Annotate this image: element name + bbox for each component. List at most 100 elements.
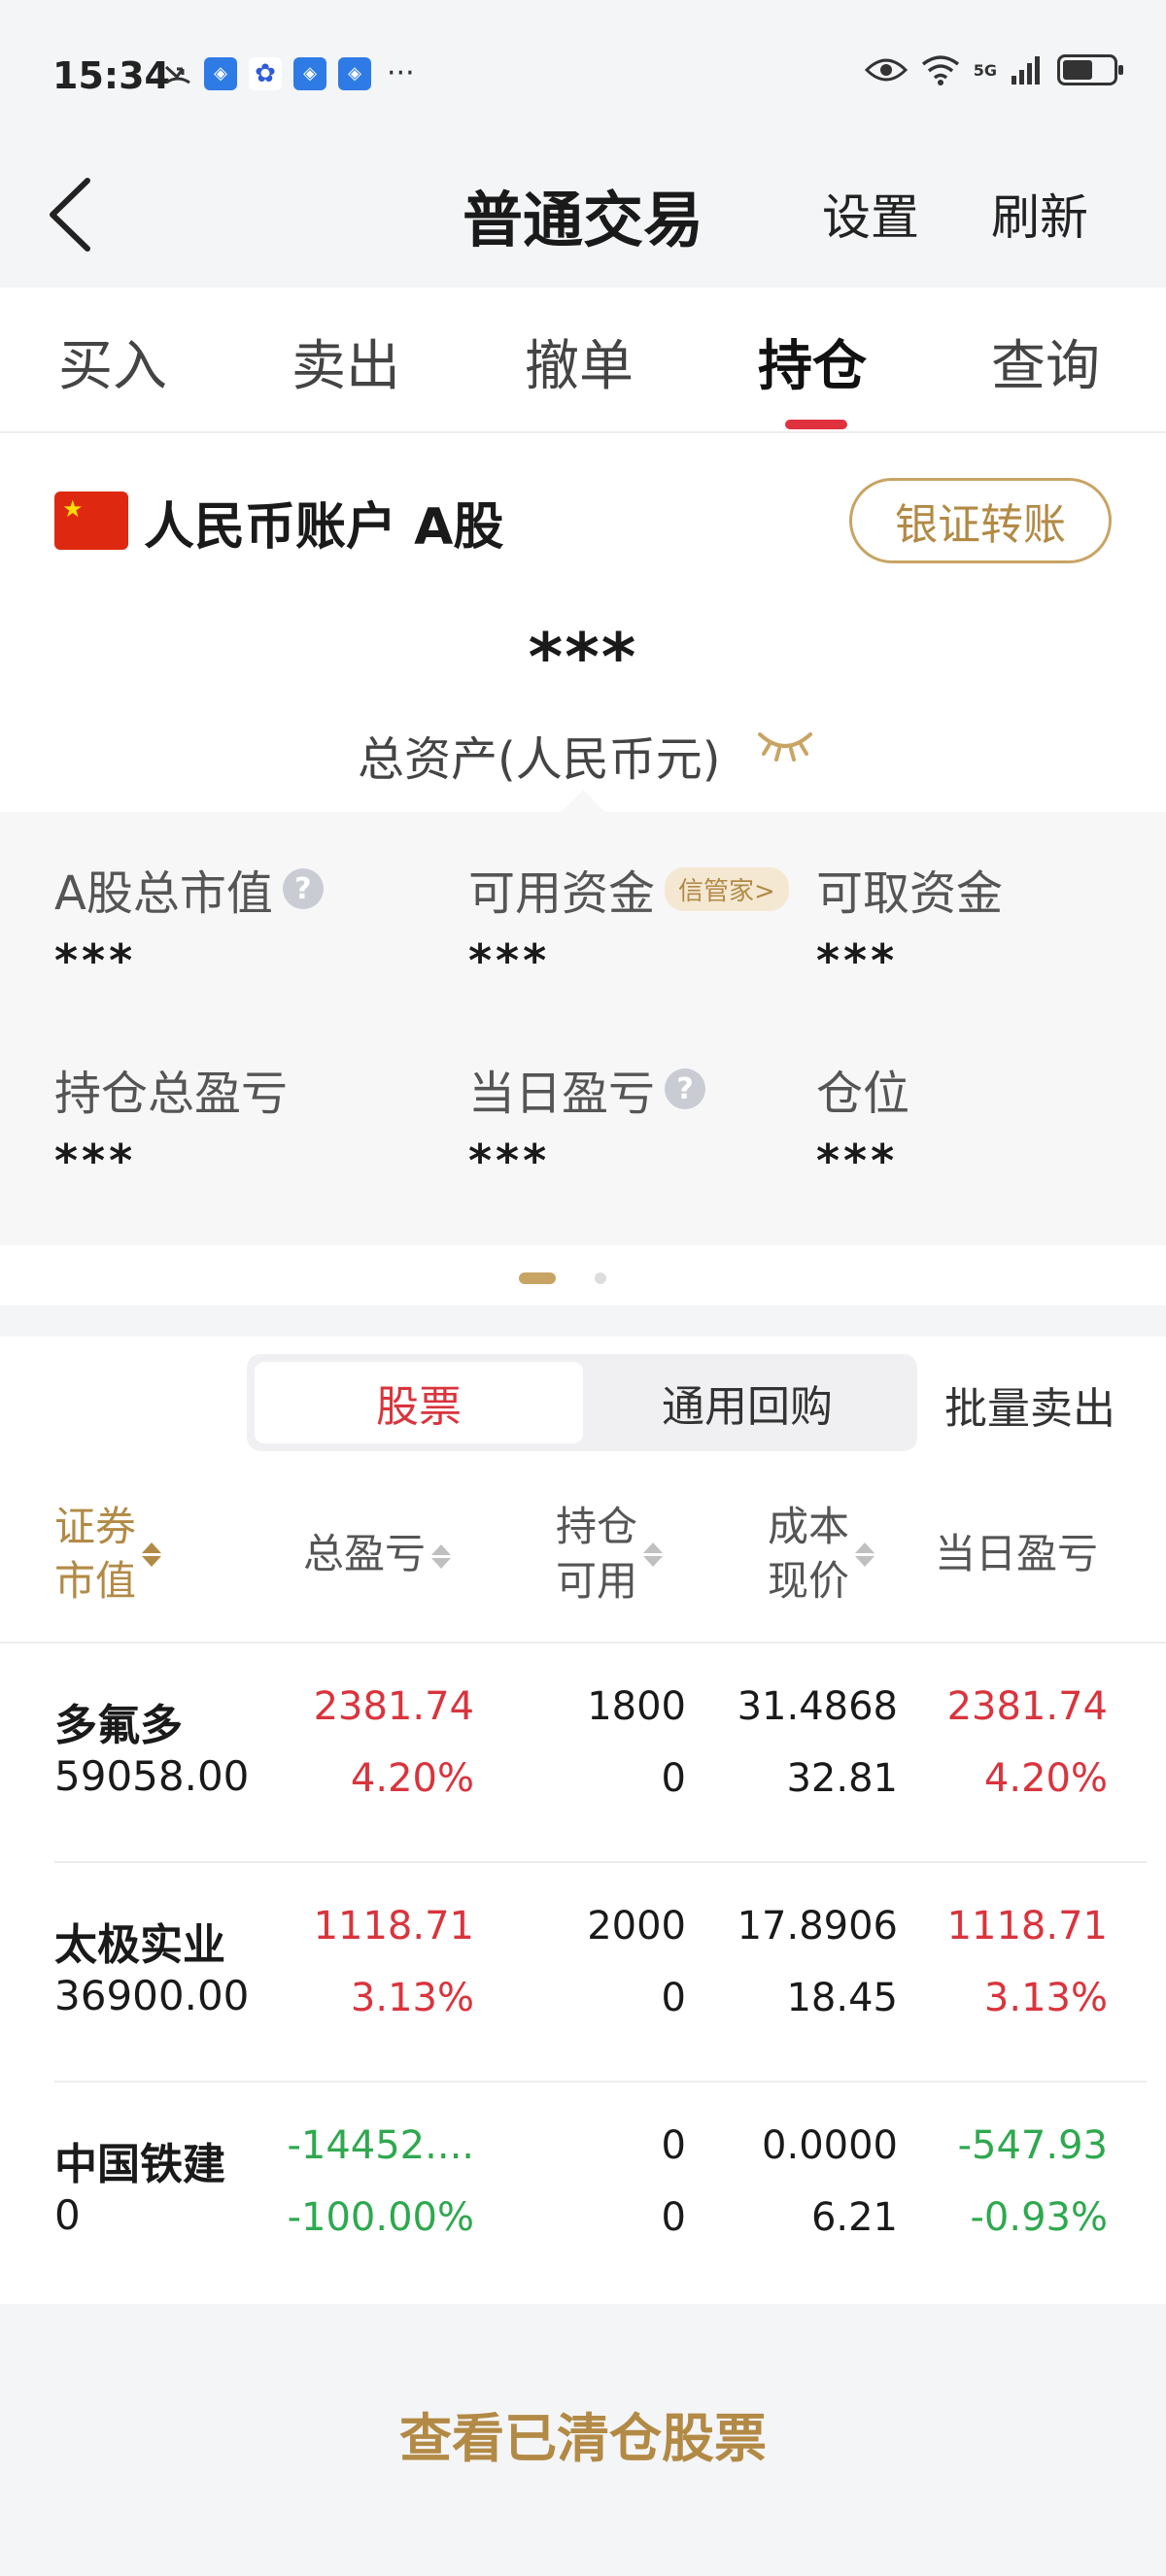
batch-sell-button[interactable]: 批量卖出 [944,1373,1115,1436]
metric-value: *** [816,1135,899,1187]
baidu-icon: ✿ [249,56,282,90]
holdings-panel: 股票 通用回购 批量卖出 证券 市值 总盈亏 持仓 可用 成本 现价 当日盈亏 … [0,1337,1166,2304]
status-bar: 15:34 ◈ ✿ ◈ ◈ ··· 5G [0,0,1166,146]
stock-name: 中国铁建 [54,2140,225,2189]
help-icon[interactable]: ? [665,1068,706,1109]
market-value: 59058.00 [54,1752,250,1800]
market-value: 36900.00 [54,1972,250,2019]
day-pl-pct: -0.93% [970,2195,1108,2240]
tab-holdings[interactable]: 持仓 [758,322,867,401]
total-assets-value: *** [528,620,638,696]
sort-icon [142,1540,162,1570]
battery-icon [1057,54,1123,85]
holding-qty: 1800 [587,1684,686,1729]
settings-button[interactable]: 设置 [822,179,919,249]
day-pl-pct: 4.20% [983,1756,1108,1801]
available-qty: 0 [661,2195,686,2240]
cost-price: 0.0000 [762,2123,898,2168]
app-notification-icon: ◈ [293,56,326,90]
page-indicator [0,1245,1166,1305]
asset-metrics: A股总市值 ? *** 可用资金 信管家> *** 可取资金 *** 持仓总盈亏… [0,812,1166,1245]
column-total-pl-header[interactable]: 总盈亏 [303,1527,452,1581]
metric-total-pl: 持仓总盈亏 [54,1055,288,1123]
help-icon[interactable]: ? [282,868,324,909]
sort-icon [855,1540,875,1570]
metric-value: *** [468,934,551,987]
metric-label: 仓位 [816,1067,910,1121]
current-price: 18.45 [786,1976,898,2020]
column-label: 现价 [768,1557,850,1605]
metric-value: *** [816,934,899,987]
app-header: 普通交易 设置 刷新 [0,146,1166,288]
tab-cancel[interactable]: 撤单 [525,322,634,401]
tab-buy[interactable]: 买入 [58,322,167,401]
holding-qty: 2000 [587,1904,686,1949]
metric-value: *** [54,934,137,987]
hidden-eye-icon[interactable] [756,725,814,763]
refresh-button[interactable]: 刷新 [991,179,1088,249]
column-holding-header[interactable]: 持仓 可用 [556,1500,664,1609]
metric-available-funds: 可用资金 信管家> [468,855,789,923]
available-qty: 0 [661,1756,686,1801]
column-label: 持仓 [556,1503,638,1550]
tab-sell[interactable]: 卖出 [292,322,400,401]
stock-name: 太极实业 [54,1920,225,1970]
metric-label: A股总市值 [54,866,273,921]
xinguanjia-badge[interactable]: 信管家> [665,866,789,911]
total-pl-pct: 4.20% [350,1756,474,1801]
total-pl: 2381.74 [313,1684,474,1729]
cost-price: 17.8906 [737,1904,898,1949]
table-row[interactable]: 中国铁建 0 -14452.... -100.00% 0 0 0.0000 6.… [0,2083,1166,2302]
active-tab-indicator [785,420,847,429]
notification-icons: ◈ ✿ ◈ ◈ ··· [163,56,415,90]
column-label: 可用 [556,1557,638,1605]
system-icons: 5G [864,54,1123,85]
table-row[interactable]: 多氟多 59058.00 2381.74 4.20% 1800 0 31.486… [0,1644,1166,1863]
current-price: 32.81 [786,1756,898,1801]
tab-query[interactable]: 查询 [991,322,1100,401]
segment-repo[interactable]: 通用回购 [583,1362,911,1443]
holdings-segment-control: 股票 通用回购 [247,1354,917,1451]
metric-label: 可取资金 [816,866,1004,921]
signal-icon [1012,56,1040,85]
available-qty: 0 [661,1976,686,2020]
current-price: 6.21 [810,2195,898,2240]
metric-label: 持仓总盈亏 [54,1067,289,1121]
network-type: 5G [973,60,997,80]
column-security-header[interactable]: 证券 市值 [54,1500,162,1609]
total-assets-label: 总资产(人民币元) [358,732,721,787]
metric-position-ratio: 仓位 [816,1055,909,1123]
cost-price: 31.4868 [737,1684,898,1729]
view-cleared-stocks-link[interactable]: 查看已清仓股票 [0,2395,1166,2472]
market-value: 0 [54,2191,81,2239]
segment-stocks[interactable]: 股票 [255,1362,583,1443]
app-notification-icon: ◈ [204,56,237,90]
more-notifications-icon: ··· [387,56,415,90]
column-label: 市值 [54,1557,137,1605]
metric-day-pl: 当日盈亏 ? [468,1055,706,1123]
bank-transfer-button[interactable]: 银证转账 [849,478,1112,563]
account-summary: ★ 人民币账户 A股 银证转账 *** 总资产(人民币元) [0,433,1166,812]
column-label: 成本 [768,1503,850,1550]
metric-value: *** [54,1135,137,1187]
page-dot[interactable] [595,1272,606,1284]
page-dot-active[interactable] [519,1272,556,1284]
column-day-pl-header[interactable]: 当日盈亏 [935,1527,1098,1581]
column-label: 证券 [54,1503,137,1550]
day-pl-pct: 3.13% [983,1976,1108,2020]
column-label: 总盈亏 [303,1530,427,1577]
metric-value: *** [468,1135,551,1187]
total-pl-pct: 3.13% [350,1976,474,2020]
total-pl: 1118.71 [313,1904,474,1949]
metric-market-value: A股总市值 ? [54,855,324,923]
day-pl: 2381.74 [946,1684,1108,1729]
table-row[interactable]: 太极实业 36900.00 1118.71 3.13% 2000 0 17.89… [0,1863,1166,2083]
account-name[interactable]: 人民币账户 A股 [144,486,503,559]
missed-call-icon [164,65,190,84]
metric-withdrawable-funds: 可取资金 [816,855,1003,923]
column-cost-price-header[interactable]: 成本 现价 [768,1500,875,1609]
china-flag-icon: ★ [54,491,128,550]
total-pl-pct: -100.00% [287,2195,474,2240]
holding-qty: 0 [661,2123,686,2168]
footer: 查看已清仓股票 [0,2304,1166,2576]
